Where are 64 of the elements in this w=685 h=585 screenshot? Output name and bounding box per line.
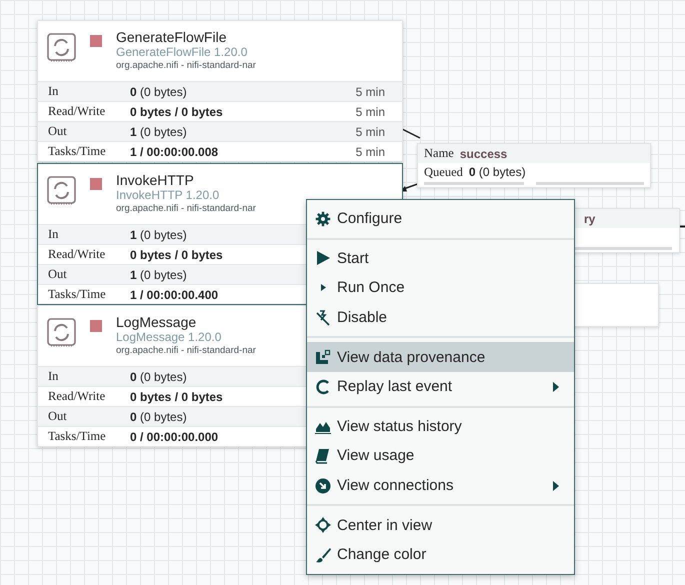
processor-bundle: org.apache.nifi - nifi-standard-nar bbox=[116, 59, 256, 72]
stat-time: 5 min bbox=[356, 84, 385, 98]
stat-label: Read/Write bbox=[48, 104, 106, 119]
stat-value: 0 (0 bytes) bbox=[130, 370, 187, 384]
stat-value: 1 (0 bytes) bbox=[130, 124, 187, 138]
stat-time: 5 min bbox=[356, 144, 385, 158]
connection-name: success bbox=[460, 146, 508, 160]
replay-icon bbox=[315, 378, 331, 395]
processor-icon bbox=[47, 176, 76, 205]
gear-icon bbox=[315, 210, 331, 227]
connection-name-label: Name bbox=[424, 146, 454, 161]
arrow-circle-icon bbox=[315, 478, 331, 494]
stat-value: 0 / 00:00:00.000 bbox=[130, 430, 218, 444]
processor-icon bbox=[47, 318, 76, 347]
stat-label: In bbox=[48, 369, 60, 384]
stat-label: In bbox=[48, 84, 60, 99]
stat-label: Tasks/Time bbox=[48, 144, 107, 159]
stat-value: 0 (0 bytes) bbox=[130, 410, 187, 424]
provenance-icon bbox=[315, 349, 331, 366]
small-play-icon bbox=[320, 284, 326, 292]
stat-label: In bbox=[48, 227, 60, 242]
queued-label: Queued bbox=[424, 164, 463, 180]
processor-card[interactable]: GenerateFlowFile GenerateFlowFile 1.20.0 org.apache.nifi - nifi-standard-nar In 0 (0 bytes) 5 min Read/Write 0 bytes / 0 bytes 5 min Out 1 (0 bytes) 5 min Tasks/Time 1 / 00:00:00.008 5 min bbox=[37, 20, 403, 162]
book-icon bbox=[315, 448, 331, 464]
stat-value: 0 bytes / 0 bytes bbox=[130, 104, 223, 118]
play-icon bbox=[315, 250, 331, 266]
processor-type: GenerateFlowFile 1.20.0 bbox=[116, 45, 248, 59]
menu-item[interactable]: View data provenance bbox=[307, 342, 574, 372]
menu-item[interactable]: Change color bbox=[307, 540, 574, 570]
stat-label: Out bbox=[48, 124, 68, 139]
stat-value: 0 bytes / 0 bytes bbox=[130, 248, 223, 262]
stat-value: 0 (0 bytes) bbox=[130, 84, 187, 98]
processor-icon bbox=[47, 33, 76, 62]
stat-label: Tasks/Time bbox=[48, 429, 107, 444]
processor-bundle: org.apache.nifi - nifi-standard-nar bbox=[116, 344, 256, 357]
queued-value: 0 (0 bytes) bbox=[468, 165, 526, 179]
stopped-status-icon bbox=[90, 35, 102, 47]
processor-type: LogMessage 1.20.0 bbox=[116, 330, 222, 344]
stat-value: 1 / 00:00:00.400 bbox=[130, 288, 218, 302]
stat-value: 1 / 00:00:00.008 bbox=[130, 144, 218, 158]
stopped-status-icon bbox=[90, 320, 102, 332]
processor-bundle: org.apache.nifi - nifi-standard-nar bbox=[116, 202, 256, 215]
stat-value: 1 (0 bytes) bbox=[130, 228, 187, 242]
stat-time: 5 min bbox=[356, 104, 385, 118]
stat-label: Tasks/Time bbox=[48, 287, 107, 302]
connection-name: ry bbox=[584, 212, 596, 226]
processor-name: GenerateFlowFile bbox=[116, 29, 228, 45]
menu-item[interactable]: Center in view bbox=[307, 510, 574, 540]
stat-label: Out bbox=[48, 409, 68, 424]
stat-value: 0 bytes / 0 bytes bbox=[130, 390, 223, 404]
menu-item[interactable]: View connections bbox=[307, 470, 574, 500]
processor-name: InvokeHTTP bbox=[116, 172, 195, 188]
stat-value: 1 (0 bytes) bbox=[130, 268, 187, 282]
stopped-status-icon bbox=[90, 178, 102, 190]
processor-type: InvokeHTTP 1.20.0 bbox=[116, 188, 220, 202]
stat-label: Out bbox=[48, 267, 68, 282]
processor-name: LogMessage bbox=[116, 314, 198, 330]
paintbrush-icon bbox=[315, 546, 331, 563]
crosshair-icon bbox=[315, 517, 331, 534]
stat-time: 5 min bbox=[356, 124, 385, 138]
stat-label: Read/Write bbox=[48, 247, 106, 262]
crossed-bolt-icon bbox=[315, 310, 331, 326]
stat-label: Read/Write bbox=[48, 389, 106, 404]
connection-label[interactable]: Name success Queued 0 (0 bytes) bbox=[417, 143, 651, 188]
